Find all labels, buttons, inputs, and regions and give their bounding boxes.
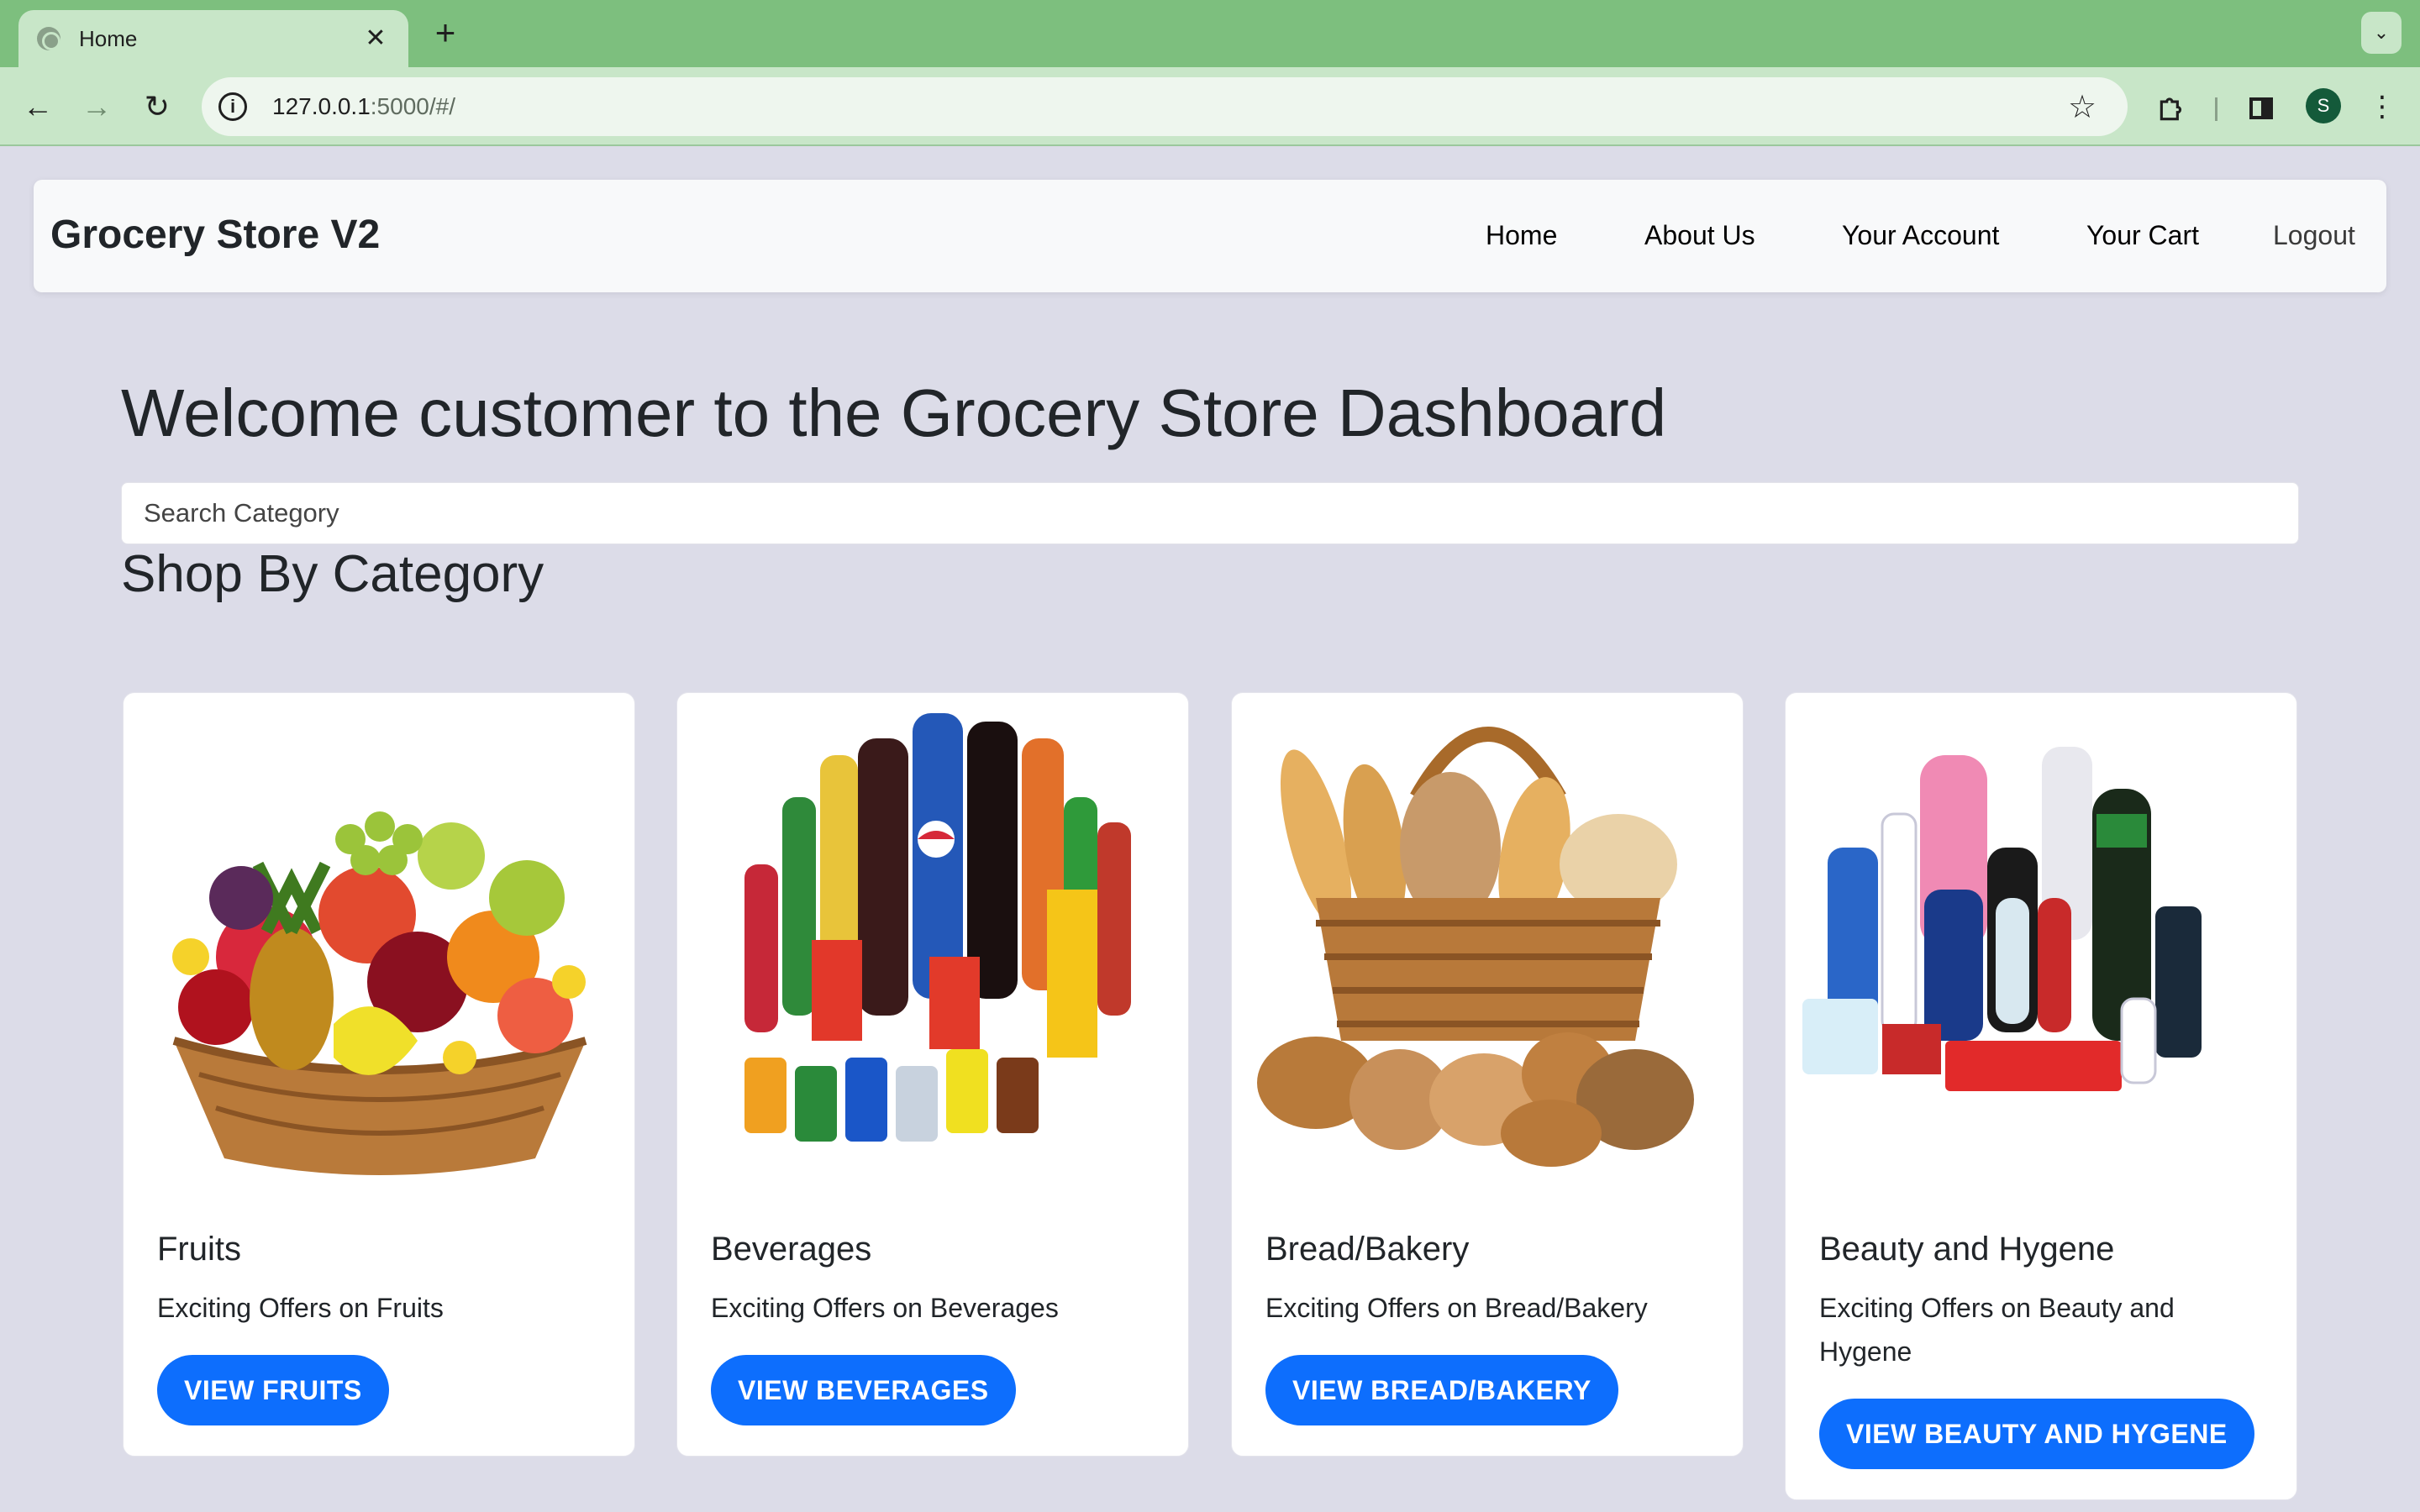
url-path: :5000/#/	[370, 93, 455, 119]
nav-about-link[interactable]: About Us	[1644, 220, 1755, 251]
category-card-beverages: Beverages Exciting Offers on Beverages V…	[676, 692, 1189, 1457]
page-title: Welcome customer to the Grocery Store Da…	[121, 375, 1667, 450]
beverages-image	[744, 713, 1131, 1142]
url-text[interactable]: 127.0.0.1:5000/#/	[272, 93, 2057, 120]
card-title: Bread/Bakery	[1265, 1231, 1470, 1268]
category-card-fruits: Fruits Exciting Offers on Fruits VIEW FR…	[123, 692, 635, 1457]
card-title: Beauty and Hygene	[1819, 1231, 2115, 1268]
close-tab-icon[interactable]: ✕	[361, 24, 390, 53]
card-text: Exciting Offers on Beauty and Hygene	[1819, 1293, 2175, 1367]
category-card-bread-bakery: Bread/Bakery Exciting Offers on Bread/Ba…	[1231, 692, 1744, 1457]
toolbar-divider	[2215, 97, 2217, 121]
category-card-beauty-hygene: Beauty and Hygene Exciting Offers on Bea…	[1785, 692, 2297, 1500]
view-beverages-button[interactable]: VIEW BEVERAGES	[711, 1355, 1016, 1425]
beauty-products-image	[1802, 747, 2202, 1091]
reload-icon[interactable]: ↻	[136, 86, 178, 128]
card-text: Exciting Offers on Beverages	[711, 1293, 1059, 1323]
browser-tab[interactable]: Home ✕	[18, 10, 408, 67]
view-beauty-hygene-button[interactable]: VIEW BEAUTY AND HYGENE	[1819, 1399, 2254, 1469]
card-title: Fruits	[157, 1231, 241, 1268]
tab-search-chevron-icon[interactable]: ⌄	[2361, 12, 2402, 54]
card-text: Exciting Offers on Fruits	[157, 1293, 444, 1323]
browser-tab-bar: Home ✕ + ⌄	[0, 0, 2420, 67]
bread-basket-image	[1257, 727, 1694, 1167]
globe-icon	[37, 27, 60, 50]
search-category-input[interactable]	[121, 482, 2299, 544]
new-tab-button[interactable]: +	[429, 13, 462, 52]
address-bar[interactable]: i 127.0.0.1:5000/#/ ☆	[202, 77, 2128, 136]
back-arrow-icon[interactable]: ←	[17, 86, 59, 128]
bookmark-star-icon[interactable]: ☆	[2057, 88, 2107, 126]
browser-toolbar: ← → ↻ i 127.0.0.1:5000/#/ ☆ ⋮	[0, 67, 2420, 146]
nav-cart-link[interactable]: Your Cart	[2086, 220, 2199, 251]
tab-title: Home	[79, 25, 138, 51]
view-bread-bakery-button[interactable]: VIEW BREAD/BAKERY	[1265, 1355, 1618, 1425]
card-text: Exciting Offers on Bread/Bakery	[1265, 1293, 1648, 1323]
forward-arrow-icon[interactable]: →	[76, 86, 118, 128]
app-navbar: Grocery Store V2 Home About Us Your Acco…	[34, 180, 2386, 292]
nav-account-link[interactable]: Your Account	[1842, 220, 1999, 251]
extensions-puzzle-icon[interactable]	[2151, 86, 2193, 128]
brand-title[interactable]: Grocery Store V2	[50, 212, 380, 258]
view-fruits-button[interactable]: VIEW FRUITS	[157, 1355, 389, 1425]
fruit-basket-image	[172, 811, 587, 1175]
section-title: Shop By Category	[121, 545, 544, 603]
nav-logout-link[interactable]: Logout	[2273, 220, 2355, 251]
url-host: 127.0.0.1	[272, 93, 371, 119]
site-info-icon[interactable]: i	[218, 92, 247, 121]
profile-avatar[interactable]: S	[2306, 88, 2341, 123]
side-panel-icon[interactable]	[2240, 86, 2282, 128]
nav-home-link[interactable]: Home	[1486, 220, 1557, 251]
card-title: Beverages	[711, 1231, 872, 1268]
browser-menu-icon[interactable]: ⋮	[2361, 86, 2403, 128]
